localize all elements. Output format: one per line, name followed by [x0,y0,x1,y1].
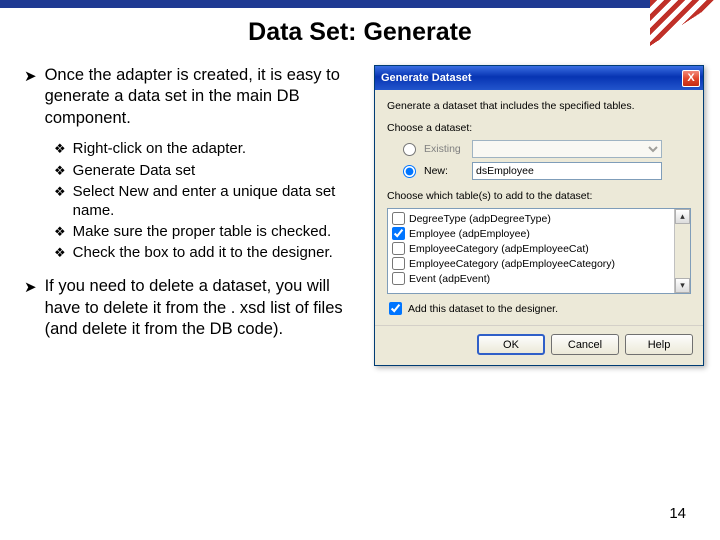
list-item: EmployeeCategory (adpEmployeeCategory) [390,256,672,271]
list-item: DegreeType (adpDegreeType) [390,211,672,226]
text-column: ➤ Once the adapter is created, it is eas… [24,65,368,366]
tables-list-inner: DegreeType (adpDegreeType) Employee (adp… [388,209,674,293]
bullet-2-text: If you need to delete a dataset, you wil… [45,276,368,340]
add-designer-row: Add this dataset to the designer. [389,302,691,315]
table-label: Event (adpEvent) [409,273,490,285]
radio-existing[interactable] [403,143,416,156]
dialog-body: Generate a dataset that includes the spe… [375,90,703,325]
sub-5: Check the box to add it to the designer. [73,243,333,262]
page-title: Data Set: Generate [0,18,720,47]
tables-listbox: DegreeType (adpDegreeType) Employee (adp… [387,208,691,294]
list-item: Event (adpEvent) [390,271,672,286]
scroll-up-icon[interactable]: ▴ [675,209,690,224]
diamond-icon: ❖ [54,163,66,180]
ok-button[interactable]: OK [477,334,545,355]
diamond-icon: ❖ [54,245,66,262]
top-bar [0,0,720,8]
bullet-1-text: Once the adapter is created, it is easy … [45,65,368,129]
table-label: EmployeeCategory (adpEmployeeCategory) [409,258,615,270]
table-checkbox[interactable] [392,242,405,255]
add-designer-checkbox[interactable] [389,302,402,315]
sub-3: Select New and enter a unique data set n… [73,182,368,220]
new-label: New: [424,165,472,177]
add-designer-label: Add this dataset to the designer. [408,303,558,315]
content-area: ➤ Once the adapter is created, it is eas… [0,65,720,366]
generate-dataset-dialog: Generate Dataset X Generate a dataset th… [374,65,704,366]
diamond-icon: ❖ [54,184,66,220]
table-label: DegreeType (adpDegreeType) [409,213,551,225]
diamond-icon: ❖ [54,141,66,158]
sub-bullets: ❖ Right-click on the adapter. ❖ Generate D… [54,139,368,262]
table-checkbox[interactable] [392,257,405,270]
table-checkbox[interactable] [392,227,405,240]
dialog-instruction: Generate a dataset that includes the spe… [387,100,691,112]
sub-2: Generate Data set [73,161,196,180]
sub-1: Right-click on the adapter. [73,139,246,158]
bullet-1: ➤ Once the adapter is created, it is eas… [24,65,368,129]
diamond-icon: ❖ [54,224,66,241]
scroll-down-icon[interactable]: ▾ [675,278,690,293]
dialog-buttons: OK Cancel Help [375,325,703,365]
radio-new[interactable] [403,165,416,178]
bullet-2: ➤ If you need to delete a dataset, you w… [24,276,368,340]
choose-label: Choose a dataset: [387,122,691,134]
list-item: Employee (adpEmployee) [390,226,672,241]
help-button[interactable]: Help [625,334,693,355]
dialog-title: Generate Dataset [381,72,682,84]
table-checkbox[interactable] [392,212,405,225]
table-label: Employee (adpEmployee) [409,228,530,240]
dialog-titlebar: Generate Dataset X [375,66,703,90]
table-label: EmployeeCategory (adpEmployeeCat) [409,243,589,255]
listbox-scrollbar[interactable]: ▴ ▾ [674,209,690,293]
tables-label: Choose which table(s) to add to the data… [387,190,691,202]
table-checkbox[interactable] [392,272,405,285]
scroll-track[interactable] [675,224,690,278]
corner-decoration [650,0,720,46]
arrow-icon: ➤ [24,67,37,129]
page-number: 14 [669,505,686,522]
close-button[interactable]: X [682,70,700,87]
new-row: New: [403,162,691,180]
new-name-field[interactable] [472,162,662,180]
sub-4: Make sure the proper table is checked. [73,222,331,241]
cancel-button[interactable]: Cancel [551,334,619,355]
screenshot-column: Generate Dataset X Generate a dataset th… [374,65,704,366]
existing-label: Existing [424,143,472,155]
list-item: EmployeeCategory (adpEmployeeCat) [390,241,672,256]
existing-combo[interactable] [472,140,662,158]
existing-row: Existing [403,140,691,158]
arrow-icon: ➤ [24,278,37,340]
